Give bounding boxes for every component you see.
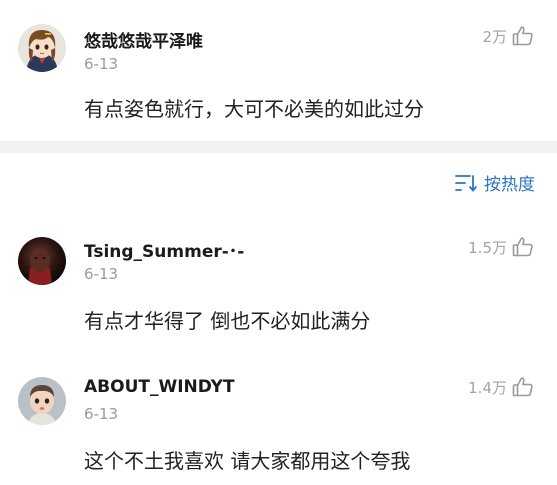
section-divider (0, 141, 557, 153)
comment-text: 有点姿色就行，大可不必美的如此过分 (84, 97, 424, 121)
avatar[interactable] (18, 237, 66, 285)
comment-date: 6-13 (84, 405, 119, 423)
thumbs-up-icon (511, 235, 535, 259)
sort-by-hot-button[interactable]: 按热度 (454, 170, 535, 195)
comment-text: 这个不土我喜欢 请大家都用这个夸我 (84, 449, 411, 473)
thumbs-up-icon (511, 24, 535, 48)
like-button[interactable]: 1.4万 (468, 375, 535, 399)
sort-lines-icon (454, 173, 478, 193)
sort-label: 按热度 (484, 175, 535, 195)
comments-page: 悠哉悠哉平泽唯 6-13 有点姿色就行，大可不必美的如此过分 2万 按热度 Ts… (0, 0, 557, 485)
thumbs-up-icon (511, 375, 535, 399)
username[interactable]: ABOUT_WINDYT (84, 377, 235, 397)
avatar[interactable] (18, 377, 66, 425)
username[interactable]: Tsing_Summer-･- (84, 237, 244, 262)
comment-item: Tsing_Summer-･- 6-13 有点才华得了 倒也不必如此满分 1.5… (0, 210, 557, 345)
comment-item: 悠哉悠哉平泽唯 6-13 有点姿色就行，大可不必美的如此过分 2万 (0, 0, 557, 141)
comment-item: ABOUT_WINDYT 6-13 这个不土我喜欢 请大家都用这个夸我 1.4万 (0, 350, 557, 485)
comment-text: 有点才华得了 倒也不必如此满分 (84, 309, 371, 333)
username[interactable]: 悠哉悠哉平泽唯 (84, 27, 203, 52)
anime-girl-avatar-image (18, 24, 66, 72)
avatar[interactable] (18, 24, 66, 72)
comment-date: 6-13 (84, 265, 119, 283)
child-photo-avatar-image (18, 377, 66, 425)
like-button[interactable]: 2万 (482, 24, 535, 48)
portrait-avatar-image (18, 237, 66, 285)
like-count: 1.5万 (468, 238, 507, 257)
comment-date: 6-13 (84, 55, 119, 73)
like-button[interactable]: 1.5万 (468, 235, 535, 259)
like-count: 2万 (482, 27, 507, 46)
like-count: 1.4万 (468, 378, 507, 397)
